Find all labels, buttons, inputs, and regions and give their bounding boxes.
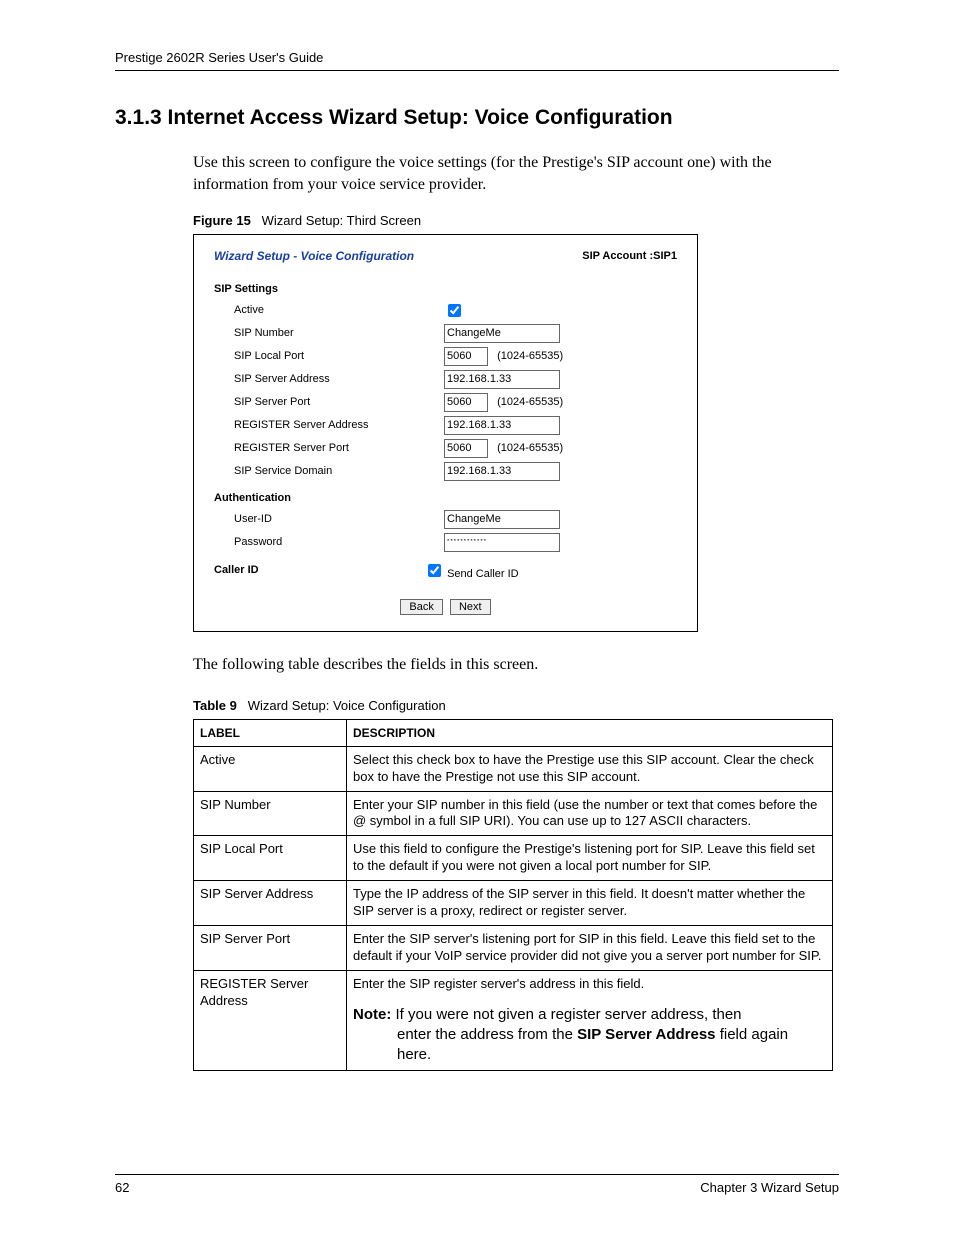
table-row: SIP Local Port Use this field to configu… (194, 836, 833, 881)
sip-local-port-hint: (1024-65535) (497, 350, 563, 362)
label-sip-local-port: SIP Local Port (214, 350, 444, 362)
next-button[interactable]: Next (450, 599, 491, 615)
note-block: Note: If you were not given a register s… (353, 1005, 826, 1066)
table-row: Active Select this check box to have the… (194, 746, 833, 791)
sip-server-address-input[interactable] (444, 370, 560, 389)
cell-label: SIP Server Port (194, 925, 347, 970)
cell-desc: Enter the SIP register server's address … (347, 970, 833, 1071)
group-caller-id: Caller ID (214, 564, 424, 576)
label-sip-server-address: SIP Server Address (214, 373, 444, 385)
group-sip-settings: SIP Settings (214, 283, 677, 295)
label-user-id: User-ID (214, 513, 444, 525)
note-bold: SIP Server Address (577, 1026, 715, 1043)
sip-server-port-input[interactable] (444, 393, 488, 412)
panel-title: Wizard Setup - Voice Configuration (214, 249, 414, 263)
cell-desc-text: Enter the SIP register server's address … (353, 976, 644, 991)
cell-label: SIP Number (194, 791, 347, 836)
cell-label: SIP Local Port (194, 836, 347, 881)
label-password: Password (214, 536, 444, 548)
cell-desc: Select this check box to have the Presti… (347, 746, 833, 791)
group-authentication: Authentication (214, 492, 677, 504)
table-caption-label: Table 9 (193, 698, 237, 713)
label-sip-service-domain: SIP Service Domain (214, 465, 444, 477)
sip-service-domain-input[interactable] (444, 462, 560, 481)
cell-label: SIP Server Address (194, 881, 347, 926)
sip-server-port-hint: (1024-65535) (497, 396, 563, 408)
table-caption-text: Wizard Setup: Voice Configuration (248, 698, 446, 713)
label-sip-server-port: SIP Server Port (214, 396, 444, 408)
between-text: The following table describes the fields… (193, 654, 839, 676)
cell-desc: Use this field to configure the Prestige… (347, 836, 833, 881)
figure-caption-text: Wizard Setup: Third Screen (262, 213, 421, 228)
back-button[interactable]: Back (400, 599, 442, 615)
cell-label: Active (194, 746, 347, 791)
note-prefix: Note: (353, 1006, 391, 1023)
table-row: SIP Server Port Enter the SIP server's l… (194, 925, 833, 970)
chapter-label: Chapter 3 Wizard Setup (700, 1180, 839, 1195)
sip-local-port-input[interactable] (444, 347, 488, 366)
table-caption: Table 9 Wizard Setup: Voice Configuratio… (193, 698, 839, 713)
running-head: Prestige 2602R Series User's Guide (115, 50, 839, 71)
th-desc: DESCRIPTION (347, 719, 833, 746)
label-sip-number: SIP Number (214, 327, 444, 339)
register-server-port-input[interactable] (444, 439, 488, 458)
cell-desc: Enter the SIP server's listening port fo… (347, 925, 833, 970)
th-label: LABEL (194, 719, 347, 746)
send-caller-id-label: Send Caller ID (447, 568, 519, 580)
page-number: 62 (115, 1180, 129, 1195)
section-intro: Use this screen to configure the voice s… (193, 152, 839, 195)
figure-panel: Wizard Setup - Voice Configuration SIP A… (193, 234, 698, 632)
cell-desc: Enter your SIP number in this field (use… (347, 791, 833, 836)
register-server-address-input[interactable] (444, 416, 560, 435)
register-server-port-hint: (1024-65535) (497, 442, 563, 454)
cell-label: REGISTER Server Address (194, 970, 347, 1071)
section-heading: 3.1.3 Internet Access Wizard Setup: Voic… (115, 106, 839, 130)
label-register-server-port: REGISTER Server Port (214, 442, 444, 454)
cell-desc: Type the IP address of the SIP server in… (347, 881, 833, 926)
note-text1: If you were not given a register server … (396, 1006, 742, 1023)
table-row: SIP Number Enter your SIP number in this… (194, 791, 833, 836)
figure-caption: Figure 15 Wizard Setup: Third Screen (193, 213, 839, 228)
send-caller-id-checkbox[interactable] (428, 564, 441, 577)
note-text2: enter the address from the (397, 1026, 577, 1043)
sip-number-input[interactable] (444, 324, 560, 343)
label-active: Active (214, 304, 444, 316)
table-row: REGISTER Server Address Enter the SIP re… (194, 970, 833, 1071)
password-input[interactable] (444, 533, 560, 552)
figure-caption-label: Figure 15 (193, 213, 251, 228)
label-register-server-address: REGISTER Server Address (214, 419, 444, 431)
active-checkbox[interactable] (448, 304, 461, 317)
sip-account-label: SIP Account :SIP1 (582, 250, 677, 262)
user-id-input[interactable] (444, 510, 560, 529)
table-row: SIP Server Address Type the IP address o… (194, 881, 833, 926)
description-table: LABEL DESCRIPTION Active Select this che… (193, 719, 833, 1072)
